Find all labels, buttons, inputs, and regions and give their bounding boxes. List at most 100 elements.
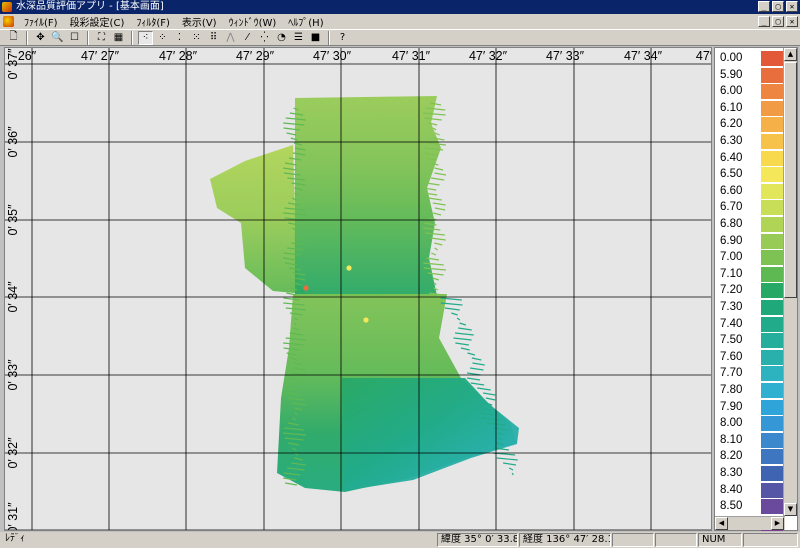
longitude-label: 47′ 30″: [313, 49, 352, 63]
menu-window[interactable]: ｳｨﾝﾄﾞｳ(W): [223, 14, 283, 29]
legend-label: 7.10: [720, 267, 743, 280]
legend-label: 8.30: [720, 467, 743, 479]
scroll-down-icon[interactable]: ▼: [784, 503, 797, 516]
legend-label: 6.30: [720, 135, 743, 147]
legend-label: 7.30: [720, 301, 743, 313]
legend-entry: 5.90: [715, 67, 785, 84]
legend-entry: 7.20: [715, 282, 785, 299]
doc-close-button[interactable]: ✕: [786, 16, 798, 27]
legend-entry: 7.00: [715, 249, 785, 266]
scroll-right-icon[interactable]: ▶: [771, 517, 784, 530]
latitude-label: 0′ 32″: [6, 437, 20, 469]
legend-entry: 8.20: [715, 448, 785, 465]
latitude-label: 0′ 34″: [6, 281, 20, 313]
legend-swatch: [761, 117, 783, 133]
legend-swatch: [761, 51, 783, 66]
menu-view[interactable]: 表示(V): [176, 14, 223, 29]
scroll-left-icon[interactable]: ◀: [715, 517, 728, 530]
legend-swatch: [761, 100, 783, 116]
legend-vertical-scrollbar[interactable]: ▲ ▼: [783, 48, 797, 516]
grid-icon[interactable]: ▦: [111, 31, 126, 45]
select-polygon-icon[interactable]: ⁙: [189, 31, 204, 45]
maximize-button[interactable]: ▢: [772, 1, 784, 12]
move-icon[interactable]: ⁛: [257, 31, 272, 45]
menu-bar: ﾌｧｲﾙ(F) 段彩設定(C) ﾌｨﾙﾀ(F) 表示(V) ｳｨﾝﾄﾞｳ(W) …: [0, 14, 800, 29]
legend-label: 0.00: [720, 52, 743, 64]
longitude-label: 47′ 34″: [624, 49, 663, 63]
close-button[interactable]: ✕: [786, 1, 798, 12]
legend-label: 7.70: [720, 367, 743, 380]
longitude-label: 47′: [696, 49, 711, 63]
legend-entry: 7.60: [715, 349, 785, 366]
legend-swatch: [761, 84, 783, 100]
legend-swatch: [761, 217, 783, 232]
legend-swatch: [761, 383, 783, 398]
legend-swatch: [761, 200, 783, 216]
menu-file[interactable]: ﾌｧｲﾙ(F): [18, 14, 64, 29]
legend-entry: 6.40: [715, 150, 785, 167]
legend-swatch: [761, 482, 783, 498]
map-view[interactable]: 26″ 47′ 27″ 47′ 28″ 47′ 29″ 47′ 30″ 47′ 31″ 47…: [4, 47, 713, 534]
select-point-icon[interactable]: ⁖: [138, 30, 153, 45]
depth-legend: 0.00 5.90 6.00 6.10 6.20 6.30 6.40 6.50 6.60 6.70…: [714, 47, 798, 531]
select-area-icon[interactable]: ⁘: [155, 31, 170, 45]
menu-color-settings[interactable]: 段彩設定(C): [64, 14, 131, 29]
rotate-icon[interactable]: ◔: [274, 31, 289, 45]
toolbar-separator: [26, 30, 28, 45]
toolbar-separator: [131, 30, 133, 45]
menu-help[interactable]: ﾍﾙﾌﾟ(H): [282, 14, 329, 29]
list-icon[interactable]: ☰: [291, 31, 306, 45]
legend-label: 6.50: [720, 168, 743, 181]
legend-horizontal-scrollbar[interactable]: ◀ ▶: [715, 516, 785, 530]
legend-entry: 7.80: [715, 382, 785, 399]
legend-entry: 7.40: [715, 316, 785, 333]
anomaly-point: [363, 317, 369, 323]
legend-entry: 7.30: [715, 299, 785, 316]
longitude-label: 47′ 28″: [159, 49, 198, 63]
legend-label: 8.40: [720, 483, 743, 496]
status-num: NUM: [698, 533, 742, 547]
pan-icon[interactable]: ✥: [33, 31, 48, 45]
profile-icon[interactable]: ⋀: [223, 31, 238, 45]
document-icon[interactable]: [3, 16, 14, 27]
minimize-button[interactable]: _: [758, 1, 770, 12]
longitude-label: 47′ 29″: [236, 49, 275, 63]
legend-label: 6.20: [720, 118, 743, 131]
grid-dots-icon[interactable]: ⠿: [206, 31, 221, 45]
latitude-label: 0′ 33″: [6, 359, 20, 391]
legend-entry: 8.10: [715, 432, 785, 449]
doc-minimize-button[interactable]: _: [758, 16, 770, 27]
help-icon[interactable]: ?: [335, 31, 350, 45]
new-icon[interactable]: 🗋: [6, 31, 21, 45]
doc-restore-button[interactable]: ▢: [772, 16, 784, 27]
fit-icon[interactable]: ⛶: [94, 31, 109, 45]
zoom-icon[interactable]: 🔍: [50, 31, 65, 45]
legend-label: 7.00: [720, 251, 743, 264]
legend-entry: 6.10: [715, 100, 785, 117]
legend-swatch: [761, 233, 783, 249]
legend-swatch: [761, 399, 783, 415]
legend-entry: 8.30: [715, 465, 785, 482]
legend-swatch: [761, 67, 783, 83]
legend-label: 6.60: [720, 184, 743, 197]
rect-icon[interactable]: ☐: [67, 31, 82, 45]
scroll-thumb[interactable]: [784, 62, 797, 298]
bathymetry-map[interactable]: 26″ 47′ 27″ 47′ 28″ 47′ 29″ 47′ 30″ 47′ 31″ 47…: [5, 48, 713, 534]
status-empty-3: [743, 533, 798, 547]
legend-entry: 7.70: [715, 365, 785, 382]
select-line-icon[interactable]: ⁚: [172, 31, 187, 45]
legend-swatch: [761, 466, 783, 481]
menu-filter[interactable]: ﾌｨﾙﾀ(F): [130, 14, 176, 29]
legend-entry: 6.70: [715, 199, 785, 216]
measure-icon[interactable]: ⁄: [240, 31, 255, 45]
legend-label: 8.00: [720, 417, 743, 430]
legend-swatch: [761, 366, 783, 382]
legend-swatch: [761, 499, 783, 515]
window-controls: _ ▢ ✕: [758, 1, 798, 12]
legend-swatch: [761, 316, 783, 332]
toolbar-separator: [328, 30, 330, 45]
latitude-label: 0′ 36″: [6, 126, 20, 158]
stop-icon[interactable]: ■: [308, 31, 323, 45]
scroll-up-icon[interactable]: ▲: [784, 48, 797, 61]
legend-entry: 6.90: [715, 233, 785, 250]
